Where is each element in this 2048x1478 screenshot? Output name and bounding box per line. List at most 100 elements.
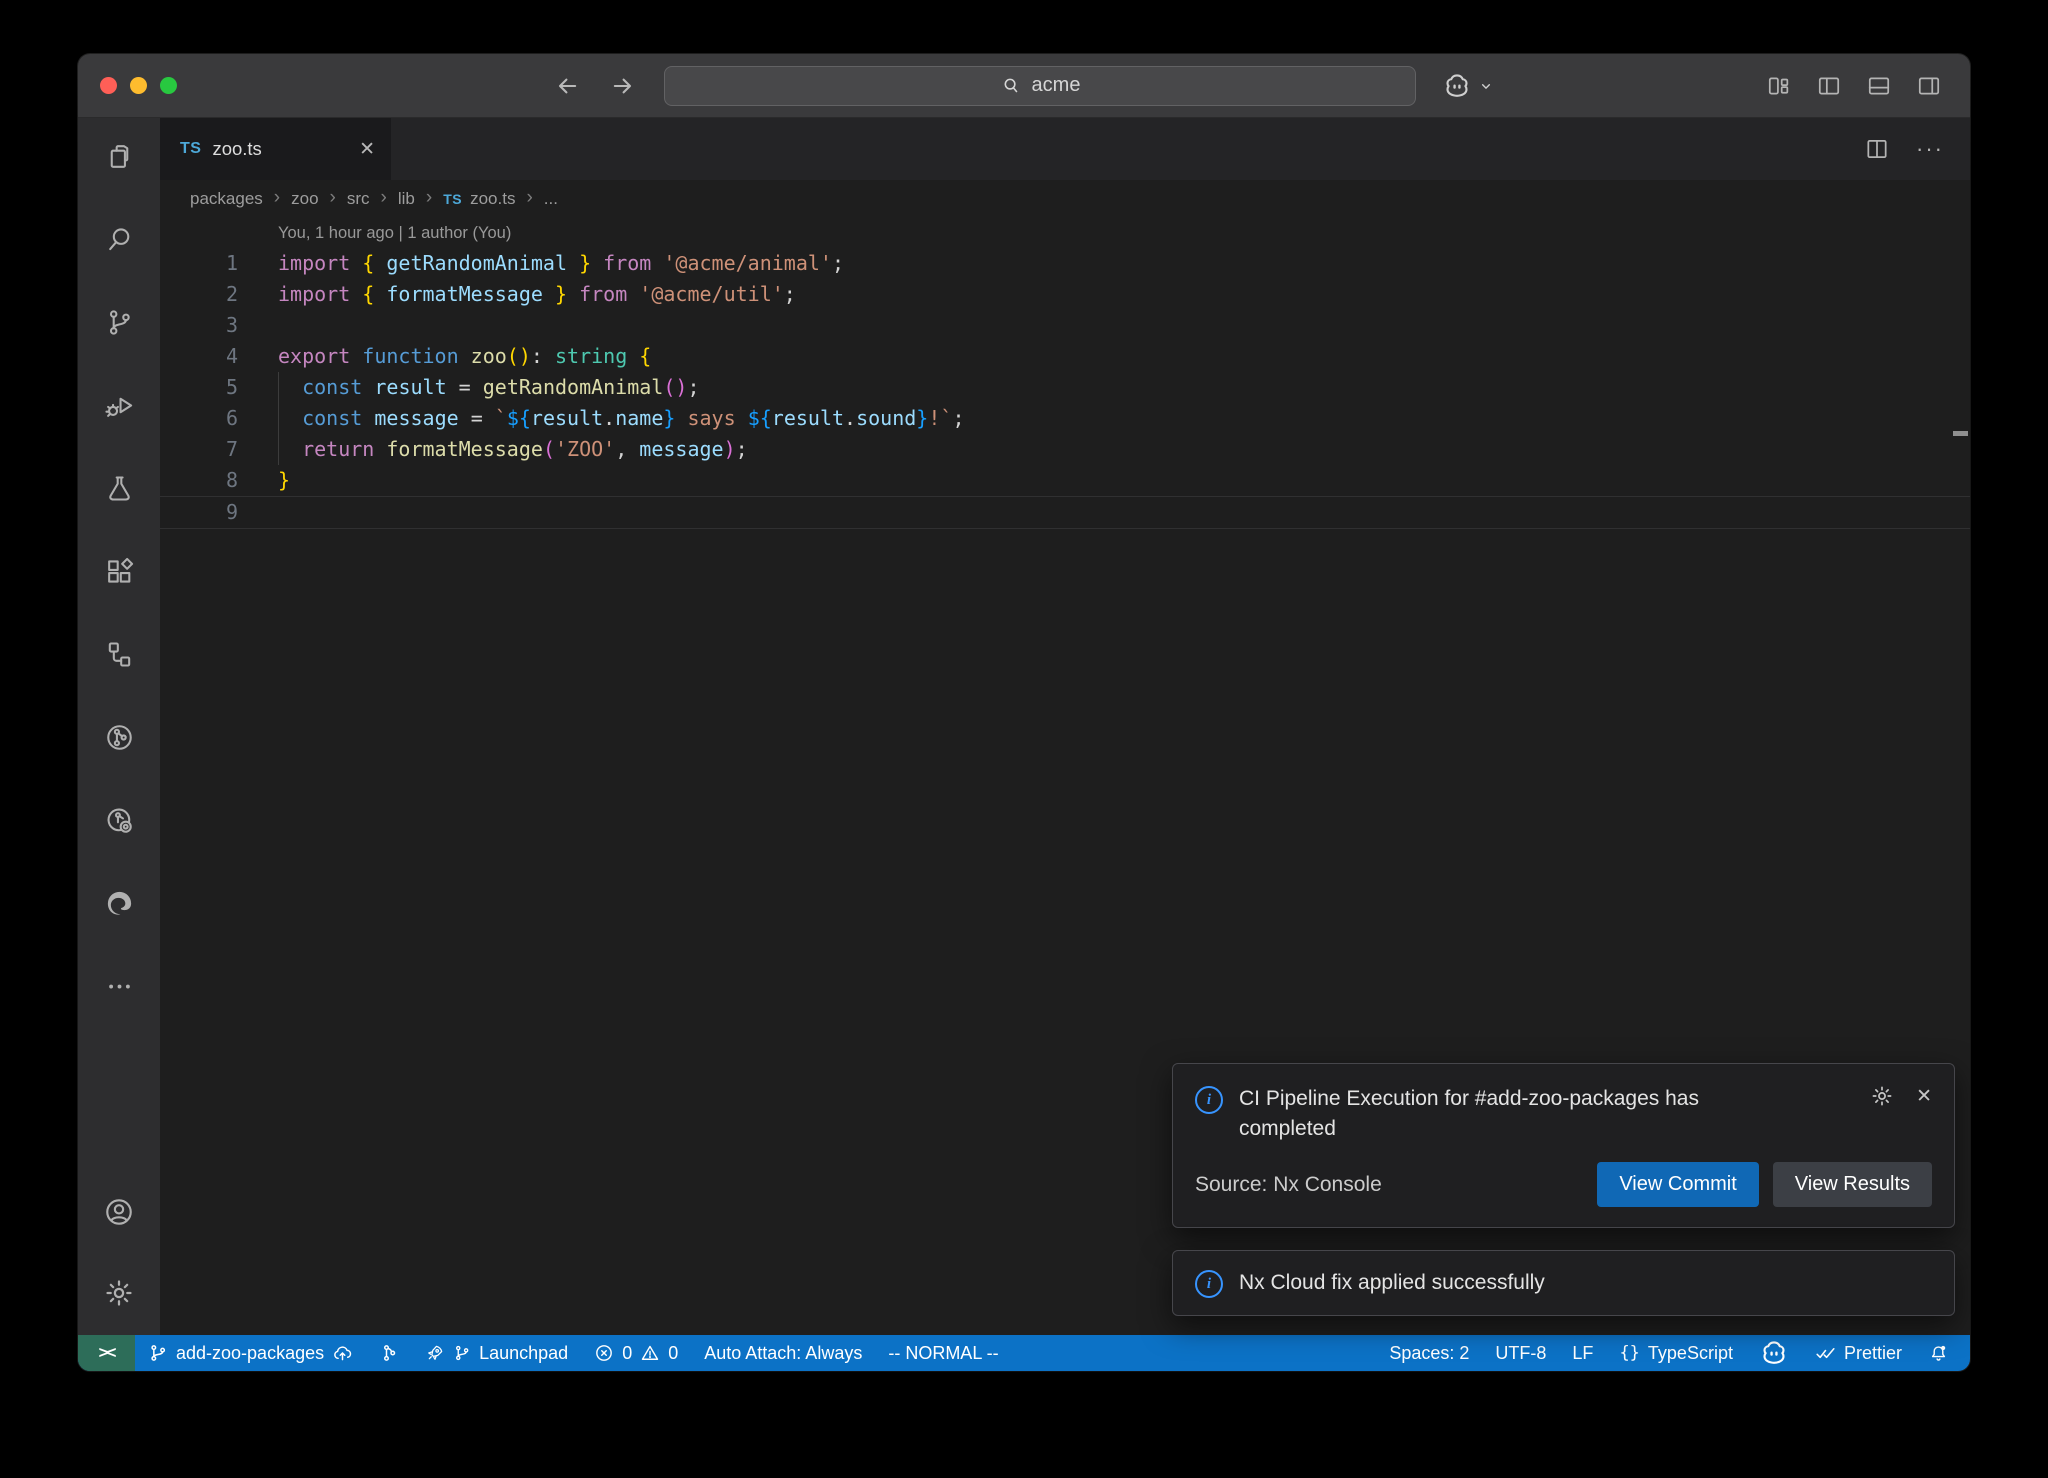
layout-controls (1766, 54, 1942, 117)
activity-bar-item-source-control[interactable] (103, 306, 135, 338)
line-number[interactable]: 1 (160, 248, 238, 279)
activity-bar-item-search[interactable] (103, 223, 135, 255)
activity-bar-item-boxes-hierarchy[interactable] (103, 638, 135, 670)
breadcrumb-item-packages[interactable]: packages (190, 189, 263, 209)
command-center-search[interactable]: acme (664, 66, 1416, 106)
line-number[interactable]: 2 (160, 279, 238, 310)
search-value: acme (1032, 74, 1081, 97)
status-bar-item-problems[interactable]: 00 (581, 1335, 691, 1371)
copilot-menu[interactable] (1442, 71, 1496, 101)
status-bar-item-git-graph[interactable] (366, 1335, 412, 1371)
breadcrumb-label: lib (398, 189, 415, 209)
status-bar-label: 0 (668, 1343, 678, 1364)
status-bar-item-vim-mode[interactable]: -- NORMAL -- (875, 1335, 1011, 1371)
view-commit-button[interactable]: View Commit (1597, 1162, 1758, 1207)
code-line-6[interactable]: 6 const message = `${result.name} says $… (160, 403, 1970, 434)
line-number[interactable]: 8 (160, 465, 238, 496)
more-ellipsis-icon (104, 971, 135, 1002)
more-actions-button[interactable]: ··· (1916, 144, 1944, 154)
activity-bar-item-extensions[interactable] (103, 555, 135, 587)
status-bar-item-indentation[interactable]: Spaces: 2 (1376, 1335, 1482, 1371)
activity-bar-item-edge-devtools[interactable] (103, 887, 135, 919)
remote-indicator[interactable]: >< (78, 1335, 135, 1371)
toggle-panel-button[interactable] (1866, 73, 1892, 99)
activity-bar-item-project-graph[interactable] (103, 721, 135, 753)
toggle-primary-sidebar-button[interactable] (1816, 73, 1842, 99)
extensions-icon (104, 556, 135, 587)
line-number[interactable]: 5 (160, 372, 238, 403)
code-line-3[interactable]: 3 (160, 310, 1970, 341)
code-line-4[interactable]: 4 export function zoo(): string { (160, 341, 1970, 372)
minimize-window-button[interactable] (130, 77, 147, 94)
status-bar-item-encoding[interactable]: UTF-8 (1482, 1335, 1559, 1371)
code-line-2[interactable]: 2import { formatMessage } from '@acme/ut… (160, 279, 1970, 310)
testing-icon (104, 473, 135, 504)
code-line-9[interactable]: 9 (160, 496, 1970, 529)
activity-bar-item-settings-gear[interactable] (103, 1277, 135, 1309)
customize-layout-button[interactable] (1766, 73, 1792, 99)
status-bar-label: UTF-8 (1495, 1343, 1546, 1364)
error-icon (594, 1343, 614, 1363)
activity-bar-item-accounts[interactable] (103, 1196, 135, 1228)
code-line-content: } (278, 465, 290, 496)
activity-bar-item-run-debug[interactable] (103, 389, 135, 421)
status-bar-item-copilot-status[interactable] (1746, 1335, 1802, 1371)
activity-bar-item-more-ellipsis[interactable] (103, 970, 135, 1002)
status-bar-item-auto-attach[interactable]: Auto Attach: Always (691, 1335, 875, 1371)
code-line-5[interactable]: 5 const result = getRandomAnimal(); (160, 372, 1970, 403)
line-number[interactable]: 9 (160, 497, 238, 528)
breadcrumb-separator: › (426, 187, 432, 209)
breadcrumb-separator: › (526, 187, 532, 209)
activity-bar-item-explorer[interactable] (103, 140, 135, 172)
notification-source: Source: Nx Console (1195, 1173, 1382, 1197)
breadcrumb-item-zoo[interactable]: zoo (291, 189, 318, 209)
breadcrumb-item-[interactable]: ... (544, 189, 558, 209)
editor-actions: ··· (1864, 118, 1970, 180)
status-bar-label: Launchpad (479, 1343, 568, 1364)
brackets-icon: {} (1619, 1343, 1639, 1363)
status-bar-item-language-mode[interactable]: {}TypeScript (1606, 1335, 1746, 1371)
notification-gear-icon[interactable] (1870, 1084, 1894, 1108)
status-bar-item-gitlens-launchpad[interactable]: Launchpad (412, 1335, 581, 1371)
notification-toast-1: iCI Pipeline Execution for #add-zoo-pack… (1172, 1063, 1955, 1228)
forward-button[interactable] (608, 71, 638, 101)
forward-arrow-icon (609, 72, 637, 100)
code-line-content: return formatMessage('ZOO', message); (278, 434, 748, 465)
breadcrumb-item-lib[interactable]: lib (398, 189, 415, 209)
line-number[interactable]: 4 (160, 341, 238, 372)
activity-bar-item-testing[interactable] (103, 472, 135, 504)
code-line-content: export function zoo(): string { (278, 341, 651, 372)
status-bar-item-formatter-prettier[interactable]: Prettier (1802, 1335, 1915, 1371)
status-bar-item-notifications-bell[interactable] (1915, 1335, 1962, 1371)
breadcrumb-separator: › (381, 187, 387, 209)
code-line-7[interactable]: 7 return formatMessage('ZOO', message); (160, 434, 1970, 465)
tab-bar: TS zoo.ts ✕ ··· (160, 118, 1970, 180)
breadcrumb-label: zoo (291, 189, 318, 209)
line-number[interactable]: 7 (160, 434, 238, 465)
activity-bar-item-graph-search[interactable] (103, 804, 135, 836)
line-number[interactable]: 6 (160, 403, 238, 434)
status-bar-label: Prettier (1844, 1343, 1902, 1364)
breadcrumb-label: zoo.ts (470, 189, 515, 209)
notification-message: Nx Cloud fix applied successfully (1239, 1268, 1769, 1298)
line-number[interactable]: 3 (160, 310, 238, 341)
settings-gear-icon (103, 1277, 135, 1309)
toggle-secondary-sidebar-button[interactable] (1916, 73, 1942, 99)
close-tab-icon[interactable]: ✕ (359, 138, 375, 161)
rocket-icon (425, 1343, 445, 1363)
close-window-button[interactable] (100, 77, 117, 94)
code-line-8[interactable]: 8} (160, 465, 1970, 496)
breadcrumb: packages›zoo›src›lib›TSzoo.ts›... (160, 180, 1970, 218)
maximize-window-button[interactable] (160, 77, 177, 94)
status-bar-label: LF (1572, 1343, 1593, 1364)
view-results-button[interactable]: View Results (1773, 1162, 1932, 1207)
notification-close-icon[interactable]: ✕ (1916, 1085, 1932, 1108)
back-button[interactable] (552, 71, 582, 101)
status-bar-item-git-branch[interactable]: add-zoo-packages (135, 1335, 366, 1371)
status-bar-item-eol[interactable]: LF (1559, 1335, 1606, 1371)
breadcrumb-item-src[interactable]: src (347, 189, 370, 209)
split-editor-button[interactable] (1864, 136, 1890, 162)
code-line-1[interactable]: 1import { getRandomAnimal } from '@acme/… (160, 248, 1970, 279)
breadcrumb-item-zoots[interactable]: TSzoo.ts (443, 189, 515, 209)
tab-zoo-ts[interactable]: TS zoo.ts ✕ (160, 118, 391, 180)
